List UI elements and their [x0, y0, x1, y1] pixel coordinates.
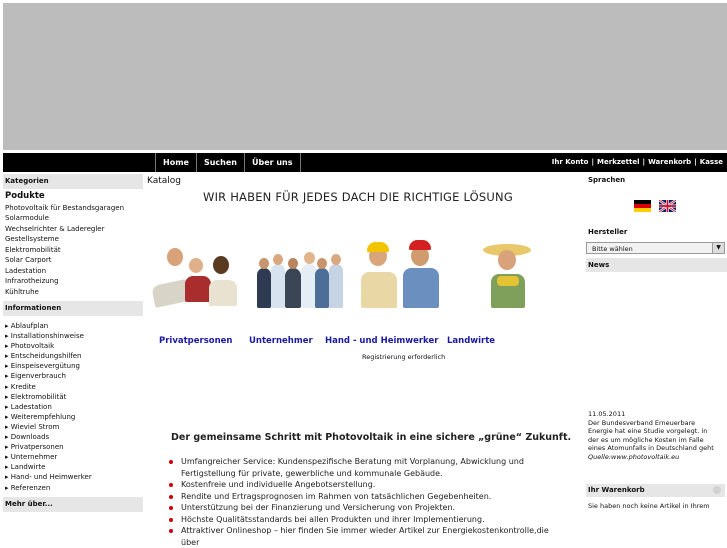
bullet-icon — [169, 529, 173, 533]
info-item[interactable]: ▸ Ablaufplan — [5, 321, 141, 331]
bullet-icon — [169, 483, 173, 487]
bullet-icon — [169, 460, 173, 464]
info-item[interactable]: ▸ Elektromobilität — [5, 392, 141, 402]
list-item: Fertigstellung für private, gewerbliche … — [181, 468, 443, 478]
info-item[interactable]: ▸ Weiterempfehlung — [5, 412, 141, 422]
list-item: Rendite und Ertragsprognosen im Rahmen v… — [169, 491, 569, 503]
business-image[interactable] — [255, 244, 343, 308]
manufacturer-heading: Hersteller — [588, 228, 628, 236]
news-text-line: Energie hat eine Studie vorgelegt. in — [588, 427, 708, 436]
category-item[interactable]: Infrarotheizung — [5, 276, 141, 287]
nav-about[interactable]: Über uns — [243, 153, 301, 172]
german-flag-icon[interactable] — [634, 200, 651, 212]
news-date: 11.05.2011 — [588, 410, 626, 418]
languages-heading: Sprachen — [588, 176, 626, 184]
category-item[interactable]: Solar Carport — [5, 255, 141, 266]
info-item[interactable]: ▸ Privatpersonen — [5, 442, 141, 452]
language-flags — [634, 200, 727, 212]
list-item: Umfangreicher Service: Kundenspezifische… — [169, 456, 569, 468]
info-item[interactable]: ▸ Hand- und Heimwerker — [5, 472, 141, 482]
cart-box-heading: Ihr Warenkorb — [586, 484, 725, 497]
category-list: Podukte Photovoltaik für Bestandsgaragen… — [3, 189, 143, 301]
nav-search[interactable]: Suchen — [195, 153, 244, 172]
news-item: 11.05.2011 Der Bundesverband Erneuerbare… — [586, 410, 727, 462]
benefits-list: Umfangreicher Service: Kundenspezifische… — [169, 456, 569, 548]
catalog-label: Katalog — [147, 176, 182, 186]
header-banner — [3, 3, 727, 150]
news-text-line: der es um mögliche Kosten im Falle — [588, 435, 704, 444]
news-text-line: eines Atomunfalls in Deutschland geht — [588, 444, 714, 453]
main-content: Katalog WIR HABEN FÜR JEDES DACH DIE RIC… — [147, 176, 580, 547]
farmer-image[interactable] — [483, 240, 533, 308]
list-item: Unterstützung bei der Finanzierung und V… — [169, 502, 569, 514]
info-item[interactable]: ▸ Wieviel Strom — [5, 422, 141, 432]
link-farmers[interactable]: Landwirte — [447, 336, 495, 346]
info-item[interactable]: ▸ Photovoltaik — [5, 341, 141, 351]
category-item[interactable]: Photovoltaik für Bestandsgaragen — [5, 203, 141, 214]
bullet-icon — [169, 494, 173, 499]
target-group-images — [147, 236, 580, 308]
products-heading[interactable]: Podukte — [5, 191, 141, 202]
news-heading: News — [586, 258, 727, 272]
nav-wishlist[interactable]: Merkzettel — [597, 158, 639, 166]
chevron-down-icon[interactable]: ▼ — [712, 243, 724, 253]
news-source[interactable]: Quelle:www.photovoltaik.eu — [588, 453, 727, 462]
uk-flag-icon[interactable] — [659, 200, 676, 212]
info-item[interactable]: ▸ Entscheidungshilfen — [5, 351, 141, 361]
list-item: Kostenfreie und individuelle Angebotsers… — [169, 479, 569, 491]
info-item[interactable]: ▸ Downloads — [5, 432, 141, 442]
nav-cart[interactable]: Warenkorb — [648, 158, 691, 166]
nav-checkout[interactable]: Kasse — [700, 158, 723, 166]
info-item[interactable]: ▸ Ladestation — [5, 402, 141, 412]
registration-note: Registrierung erforderlich — [362, 353, 446, 361]
manufacturer-select[interactable]: Bitte wählen ▼ — [586, 242, 725, 254]
info-heading: Informationen — [3, 301, 143, 316]
link-craftsmen[interactable]: Hand - und Heimwerker — [325, 336, 438, 346]
category-item[interactable]: Solarmodule — [5, 213, 141, 224]
info-item[interactable]: ▸ Einspeisevergütung — [5, 361, 141, 371]
nav-account[interactable]: Ihr Konto — [552, 158, 589, 166]
link-business[interactable]: Unternehmer — [249, 336, 313, 346]
right-sidebar: Sprachen Hersteller Bitte wählen ▼ News … — [586, 174, 727, 510]
family-image[interactable] — [151, 248, 239, 308]
info-item[interactable]: ▸ Eigenverbrauch — [5, 371, 141, 381]
top-navbar: Home Suchen Über uns Ihr Konto | Merkzette… — [3, 153, 727, 172]
category-item[interactable]: Kühltruhe — [5, 287, 141, 298]
cart-icon[interactable] — [713, 486, 721, 494]
craftsmen-image[interactable] — [355, 240, 445, 308]
category-item[interactable]: Gestellsysteme — [5, 234, 141, 245]
info-list: ▸ Ablaufplan ▸ Installationshinweise ▸ P… — [3, 316, 143, 497]
info-item[interactable]: ▸ Installationshinweise — [5, 331, 141, 341]
bullet-icon — [169, 506, 173, 510]
more-heading: Mehr über... — [3, 496, 143, 512]
bullet-icon — [169, 517, 173, 522]
link-private[interactable]: Privatpersonen — [159, 336, 232, 346]
info-item[interactable]: ▸ Kredite — [5, 382, 141, 392]
info-item[interactable]: ▸ Unternehmer — [5, 452, 141, 462]
nav-home[interactable]: Home — [155, 153, 196, 172]
info-item[interactable]: ▸ Landwirte — [5, 462, 141, 472]
category-item[interactable]: Ladestation — [5, 266, 141, 277]
tagline: Der gemeinsame Schritt mit Photovoltaik … — [171, 432, 572, 443]
category-item[interactable]: Elektromobilität — [5, 245, 141, 256]
categories-heading: Kategorien — [3, 174, 143, 189]
info-item[interactable]: ▸ Referenzen — [5, 483, 141, 493]
page-headline: WIR HABEN FÜR JEDES DACH DIE RICHTIGE LÖ… — [203, 190, 513, 204]
cart-empty-text: Sie haben noch keine Artikel in Ihrem — [588, 502, 710, 510]
news-text-line: Der Bundesverband Erneuerbare — [588, 418, 696, 427]
category-item[interactable]: Wechselrichter & Laderegler — [5, 224, 141, 235]
list-item: Höchste Qualitätsstandards bei allen Pro… — [169, 514, 569, 526]
left-sidebar: Kategorien Podukte Photovoltaik für Best… — [3, 174, 143, 512]
